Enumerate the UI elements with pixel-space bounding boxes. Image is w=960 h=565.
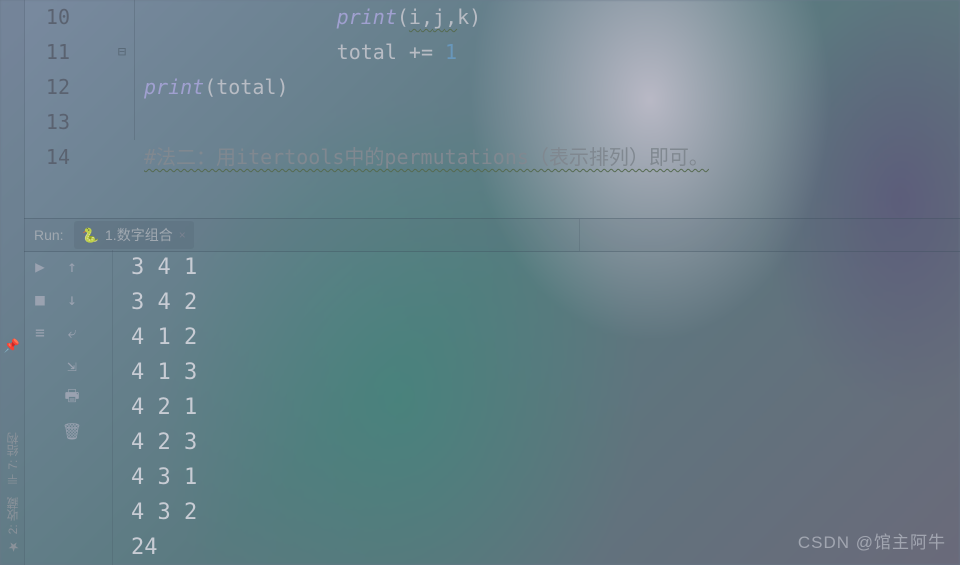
fold-column: ⊟ bbox=[112, 0, 132, 175]
code-line[interactable]: total += 1 bbox=[144, 35, 960, 70]
fold-marker bbox=[112, 70, 132, 105]
sidebar-tab-label: 2: 收藏 bbox=[4, 497, 21, 534]
watermark: CSDN @馆主阿牛 bbox=[798, 528, 946, 553]
output-line: 3 4 1 bbox=[113, 250, 960, 285]
sidebar-tab-favorite[interactable]: ★ 2: 收藏 bbox=[4, 491, 21, 559]
blank bbox=[27, 419, 53, 445]
output-line: 4 1 2 bbox=[113, 320, 960, 355]
code-line[interactable]: print(total) bbox=[144, 70, 960, 105]
line-number: 12 bbox=[24, 70, 70, 105]
run-label: Run: bbox=[24, 227, 74, 243]
output-line: 4 2 1 bbox=[113, 390, 960, 425]
close-icon[interactable]: × bbox=[179, 228, 186, 242]
star-icon: ★ bbox=[5, 538, 20, 553]
fold-marker bbox=[112, 140, 132, 175]
layout-icon[interactable]: ≡ bbox=[27, 320, 53, 346]
line-number: 10 bbox=[24, 0, 70, 35]
up-icon[interactable]: ↑ bbox=[59, 254, 85, 280]
sidebar-tab-label: 7: 结构 bbox=[4, 432, 21, 469]
run-toolwindow: Run: 🐍 1.数字组合 × ▶ ↑ ■ ↓ ≡ ⤶ ⇲ bbox=[24, 218, 960, 565]
pin-icon[interactable]: 📌 bbox=[4, 338, 20, 354]
output-line: 4 2 3 bbox=[113, 425, 960, 460]
stop-icon[interactable]: ■ bbox=[27, 287, 53, 313]
output-line: 4 1 3 bbox=[113, 355, 960, 390]
blank bbox=[27, 386, 53, 412]
output-line: 4 3 1 bbox=[113, 460, 960, 495]
code-line[interactable]: print(i,j,k) bbox=[144, 0, 960, 35]
fold-marker bbox=[112, 0, 132, 35]
indent-guide bbox=[134, 0, 135, 140]
scroll-to-end-icon[interactable]: ⇲ bbox=[59, 353, 85, 379]
run-header: Run: 🐍 1.数字组合 × bbox=[24, 218, 960, 252]
run-body: ▶ ↑ ■ ↓ ≡ ⤶ ⇲ 🖶 🗑 3 4 bbox=[24, 250, 960, 565]
line-number: 14 bbox=[24, 140, 70, 175]
code-line[interactable] bbox=[144, 105, 960, 140]
soft-wrap-icon[interactable]: ⤶ bbox=[59, 320, 85, 346]
sidebar-tab-structure[interactable]: ⊪ 7: 结构 bbox=[4, 426, 21, 491]
line-number: 13 bbox=[24, 105, 70, 140]
output-line: 4 3 2 bbox=[113, 495, 960, 530]
fold-marker[interactable]: ⊟ bbox=[112, 35, 132, 70]
blank bbox=[27, 353, 53, 379]
down-icon[interactable]: ↓ bbox=[59, 287, 85, 313]
print-icon[interactable]: 🖶 bbox=[59, 386, 85, 412]
code-editor[interactable]: 1011121314 ⊟ print(i,j,k) total += 1prin… bbox=[24, 0, 960, 218]
code-area[interactable]: print(i,j,k) total += 1print(total) #法二：用… bbox=[144, 0, 960, 175]
fold-marker bbox=[112, 105, 132, 140]
run-tab-name: 1.数字组合 bbox=[105, 225, 173, 245]
line-gutter: 1011121314 bbox=[24, 0, 76, 175]
python-icon: 🐍 bbox=[82, 227, 99, 244]
left-toolstrip: 📌 ⊪ 7: 结构 ★ 2: 收藏 bbox=[0, 0, 25, 565]
run-tab[interactable]: 🐍 1.数字组合 × bbox=[74, 221, 194, 249]
output-line: 3 4 2 bbox=[113, 285, 960, 320]
run-toolbar: ▶ ↑ ■ ↓ ≡ ⤶ ⇲ 🖶 🗑 bbox=[24, 250, 88, 565]
run-header-spacer bbox=[579, 219, 960, 251]
console-output[interactable]: 3 4 13 4 24 1 24 1 34 2 14 2 34 3 14 3 2… bbox=[112, 250, 960, 565]
line-number: 11 bbox=[24, 35, 70, 70]
code-line[interactable]: #法二：用itertools中的permutations（表示排列）即可。 bbox=[144, 140, 960, 175]
rerun-icon[interactable]: ▶ bbox=[27, 254, 53, 280]
structure-icon: ⊪ bbox=[5, 473, 20, 484]
trash-icon[interactable]: 🗑 bbox=[59, 419, 85, 445]
